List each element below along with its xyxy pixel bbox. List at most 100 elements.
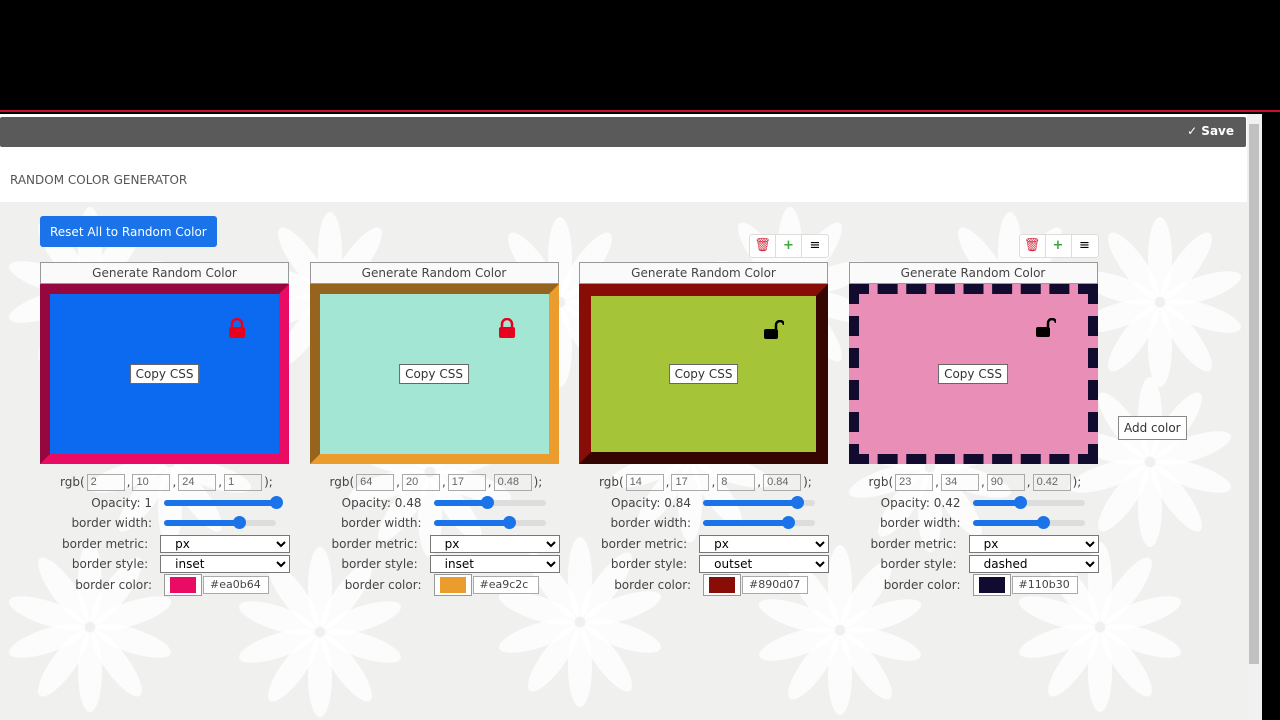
border-style-label: border style: [610,557,688,572]
reset-all-button[interactable]: Reset All to Random Color [40,216,217,247]
border-width-label: border width: [879,516,961,531]
generate-random-color-button[interactable]: Generate Random Color [309,262,559,284]
rgb-close: ); [1072,475,1082,490]
border-color-label: border color: [75,577,152,592]
opacity-label: Opacity: 0.42 [880,495,961,510]
trash-icon[interactable]: 🗑 [1020,235,1046,257]
border-width-slider[interactable] [703,516,815,530]
copy-css-button[interactable]: Copy CSS [938,364,1008,384]
copy-css-button[interactable]: Copy CSS [129,364,200,384]
border-color-label: border color: [344,577,422,592]
scrollbar[interactable] [1247,114,1262,720]
scrollbar-thumb[interactable] [1249,124,1259,664]
rgb-input-0[interactable] [895,473,934,491]
border-metric-select[interactable]: px [699,534,829,553]
rgb-input-3[interactable] [224,473,263,491]
rgb-input-2[interactable] [178,473,217,491]
menu-icon[interactable]: ≡ [1072,235,1098,257]
unlock-icon[interactable] [764,319,786,340]
border-style-select[interactable]: inset [429,555,560,574]
rgb-input-1[interactable] [671,473,710,491]
border-style-label: border style: [341,557,418,572]
border-metric-select[interactable]: px [429,534,560,553]
rgb-input-1[interactable] [132,473,171,491]
border-color-hex[interactable]: #890d07 [742,575,808,594]
video-letterbox [0,0,1280,112]
rgb-input-0[interactable] [625,473,664,491]
border-width-slider[interactable] [164,516,276,530]
border-color-picker[interactable] [703,573,741,596]
rgb-close: ); [264,475,273,490]
copy-css-button[interactable]: Copy CSS [668,364,739,384]
border-style-select[interactable]: outset [699,555,829,574]
border-metric-label: border metric: [601,536,688,551]
lock-icon[interactable] [497,317,517,338]
rgb-input-3[interactable] [763,473,802,491]
color-card: 🗑 + ≡ Generate Random Color Copy CSS rgb( … [848,234,1099,596]
copy-css-button[interactable]: Copy CSS [399,364,469,384]
rgb-input-2[interactable] [717,473,756,491]
color-preview: Copy CSS [848,284,1098,464]
color-preview: Copy CSS [579,284,828,464]
rgb-input-2[interactable] [447,473,486,491]
card-tools: 🗑 + ≡ [749,234,829,258]
color-preview: Copy CSS [40,284,289,464]
rgb-input-3[interactable] [493,473,532,491]
opacity-label: Opacity: 0.84 [611,495,691,510]
add-color-button[interactable]: Add color [1118,416,1187,440]
border-color-picker[interactable] [433,573,472,596]
opacity-slider[interactable] [703,495,815,509]
border-metric-select[interactable]: px [160,534,290,553]
border-width-label: border width: [340,516,422,531]
rgb-label: rgb( [60,475,85,490]
toolbar: ✓ Save [0,117,1246,147]
border-metric-label: border metric: [62,536,149,551]
app-title: RANDOM COLOR GENERATOR [10,173,188,187]
opacity-slider[interactable] [433,495,546,509]
rgb-label: rgb( [329,475,355,490]
rgb-label: rgb( [868,475,894,490]
plus-icon[interactable]: + [1046,235,1072,257]
border-width-slider[interactable] [433,516,546,530]
border-color-picker[interactable] [164,573,202,596]
opacity-slider[interactable] [164,495,283,509]
border-width-label: border width: [71,516,152,531]
rgb-input-0[interactable] [86,473,125,491]
border-metric-label: border metric: [331,536,418,551]
rgb-input-1[interactable] [401,473,440,491]
menu-icon[interactable]: ≡ [802,235,828,257]
border-style-label: border style: [880,557,957,572]
border-color-hex[interactable]: #ea0b64 [203,575,269,594]
rgb-label: rgb( [599,475,624,490]
card-tools: 🗑 + ≡ [1018,234,1099,258]
color-preview: Copy CSS [309,284,559,464]
trash-icon[interactable]: 🗑 [750,235,776,257]
rgb-input-0[interactable] [356,473,395,491]
opacity-slider[interactable] [972,495,1085,509]
plus-icon[interactable]: + [776,235,802,257]
rgb-input-3[interactable] [1032,473,1071,491]
color-card: 🗑 + ≡ Generate Random Color Copy CSS rgb( … [579,234,829,596]
color-card: Generate Random Color Copy CSS rgb( ,,, … [40,262,290,596]
border-metric-label: border metric: [870,536,957,551]
border-color-hex[interactable]: #ea9c2c [472,575,539,594]
rgb-input-1[interactable] [940,473,979,491]
generate-random-color-button[interactable]: Generate Random Color [579,262,828,284]
border-width-label: border width: [610,516,691,531]
save-button[interactable]: ✓ Save [1187,124,1234,138]
unlock-icon[interactable] [1035,317,1057,338]
color-card: Generate Random Color Copy CSS rgb( ,,, … [309,262,560,596]
border-style-select[interactable]: inset [160,555,290,574]
opacity-label: Opacity: 1 [91,495,152,510]
border-color-picker[interactable] [972,573,1011,596]
rgb-close: ); [803,475,812,490]
border-style-select[interactable]: dashed [968,555,1099,574]
generate-random-color-button[interactable]: Generate Random Color [848,262,1098,284]
border-width-slider[interactable] [972,516,1085,530]
lock-icon[interactable] [227,317,247,338]
rgb-input-2[interactable] [986,473,1025,491]
generate-random-color-button[interactable]: Generate Random Color [40,262,289,284]
opacity-label: Opacity: 0.48 [341,495,422,510]
border-metric-select[interactable]: px [968,534,1099,553]
border-color-hex[interactable]: #110b30 [1011,575,1078,594]
